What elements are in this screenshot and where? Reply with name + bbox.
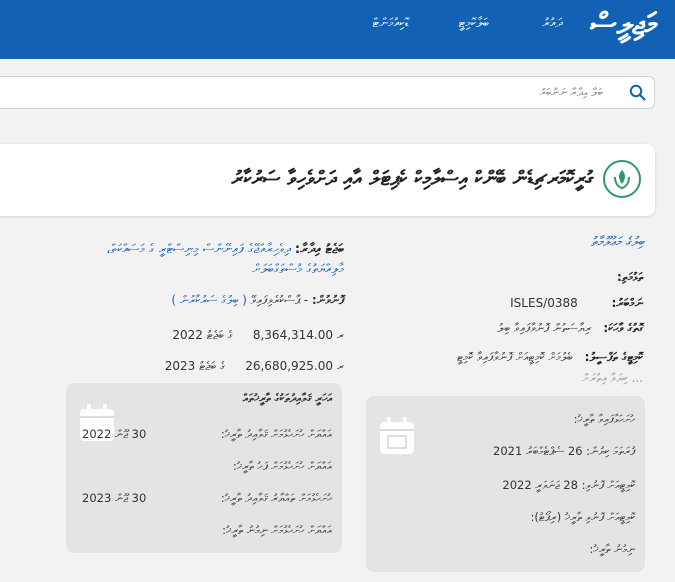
amount-label: ގެ ބަޖެޓު: [206, 328, 234, 342]
status-row: ފޮނުވުން: - ޕާސްކުރެވިފައިވޭ ( ބިލުގެ ސަ…: [171, 293, 344, 308]
amount-year: 2023: [164, 359, 196, 373]
dates-panel-left: އަހަރީ ޤަވާއިދުތަކުގެ ތާރީޚުތައް އައްޔަށ…: [66, 383, 342, 553]
ref-value: ISLES/0388: [510, 296, 578, 310]
panel-line: ހުށަހަޅާފައިވާ ތާރީޚު:: [573, 412, 635, 426]
panel-line: އައްޔަށް ހުށަހެޅުމަށް ޤަވާއިދު ތާރީޚު:: [220, 427, 332, 441]
status-label: ފޮނުވުން:: [311, 293, 344, 307]
committee-value: ބެލުމަށް ކޮމިޓީއަށް ފޮނުވާފައިވާ ކޮމިޓީ: [456, 350, 573, 364]
committee-row: ކޮމިޓީގެ ތަފްސީލު: ބެލުމަށް ކޮމިޓީއަށް ފ…: [457, 350, 643, 365]
ref-label: ނަމްބަރު:: [611, 296, 643, 310]
nav-item-2[interactable]: ބަލާކޮމިޓީ: [459, 16, 489, 31]
amount-row-2023: 2023 ގެ ބަޖެޓު 26,680,925.00 ރ: [165, 359, 344, 374]
details-heading: ބިލުގެ މަޢުލޫމާތު: [590, 235, 644, 250]
nav-item-1[interactable]: ދައުރު: [542, 16, 563, 31]
panel-line: ކޮމިޓީއަށް ފޮނުވި ތާރީޚު (ރިޕޯޓު):: [530, 510, 635, 524]
read-more-link[interactable]: ... ކިޔަވާ އިތުރަށް: [582, 371, 643, 386]
panel-line: އައްޔަށް ހުށަހެޅުމަށް ނިމުނު ތާރީޚު:: [222, 523, 332, 537]
panel-line: ކޮމިޓީއަށް ފޮނުވި: 28 ޖަނަވަރީ 2022: [502, 478, 635, 492]
search-icon[interactable]: [628, 83, 648, 103]
panel-line: ނިމުނު ތާރީޚު:: [589, 542, 635, 556]
status-prefix: - ޕާސްކުރެވިފައިވޭ: [250, 293, 309, 307]
panel-date: 30 ޖޫން 2023: [82, 491, 147, 505]
budget-office-link-2[interactable]: މާލިއްޔަތުގެ މުސްތަގްބަލަށް: [253, 262, 344, 277]
emblem-icon: [603, 160, 641, 198]
source-label: ތަޅުމަތި:: [616, 270, 643, 284]
type-value: ރިޔާސަތުން ފޮނުވާފައިވާ ބިލު: [497, 321, 592, 335]
amount-value: 26,680,925.00 ރ: [245, 359, 344, 373]
title-card: ގުރީކޮމަރޗިޑެން ބޭންކް އިސްލާމިކް ކެޕިޓަ…: [0, 144, 655, 216]
amount-label: ގެ ބަޖެޓު: [199, 359, 226, 373]
search-input[interactable]: [3, 77, 613, 108]
budget-office-label: ބަޖެޓު އިދާރާ:: [294, 242, 344, 257]
committee-label: ކޮމިޓީގެ ތަފްސީލު:: [584, 350, 643, 364]
panel-line: ފުރަތަމަ ކިޔުން: 26 ސެޕްޓެމްބަރު 2021: [493, 444, 635, 458]
search-bar: [0, 76, 655, 109]
dates-panel-right: ހުށަހަޅާފައިވާ ތާރީޚު: ފުރަތަމަ ކިޔުން: …: [366, 396, 645, 572]
source-row: ތަޅުމަތި:: [609, 270, 643, 285]
panel-line: ހުށަހެޅުމަށް ތައްޔާރު ޤަވާއިދު ތާރީޚު:: [220, 491, 332, 505]
site-logo[interactable]: މަޖިލީސް: [590, 7, 657, 42]
amount-row-2022: 2022 ގެ ބަޖެޓު 8,364,314.00 ރ: [172, 328, 344, 343]
page-title: ގުރީކޮމަރޗިޑެން ބޭންކް އިސްލާމިކް ކެޕިޓަ…: [231, 166, 593, 190]
ref-row: ނަމްބަރު: ISLES/0388: [510, 296, 643, 311]
type-label: ގޮތުގެ ވާހަކަ:: [603, 321, 643, 335]
budget-office-link[interactable]: ދިވެހިރާއްޖޭގެ ފައިނޭންސް މިނިސްޓްރީ ގެ …: [106, 242, 291, 257]
calendar-icon: [380, 417, 414, 454]
status-value[interactable]: ( ބިލުގެ ސަރުކާރުން ): [171, 293, 247, 307]
panel-title: އަހަރީ ޤަވާއިދުތަކުގެ ތާރީޚުތައް: [242, 391, 332, 405]
top-navbar: މަޖިލީސް ދައުރު ބަލާކޮމިޓީ ޑޮކިއުމަންޓް: [0, 0, 675, 59]
panel-date: 30 ޖޫން 2022: [82, 427, 147, 441]
nav-item-3[interactable]: ޑޮކިއުމަންޓް: [373, 16, 409, 31]
type-row: ގޮތުގެ ވާހަކަ: ރިޔާސަތުން ފޮނުވާފައިވާ ބ…: [497, 321, 643, 336]
amount-year: 2022: [172, 328, 203, 342]
amount-value: 8,364,314.00 ރ: [252, 328, 344, 342]
panel-line: އައްޔަށް ހުށަހެޅުމަށް ފަހު ތާރީޚު:: [232, 459, 332, 473]
budget-office-row: ބަޖެޓު އިދާރާ: ދިވެހިރާއްޖޭގެ ފައިނޭންސް…: [94, 240, 344, 260]
